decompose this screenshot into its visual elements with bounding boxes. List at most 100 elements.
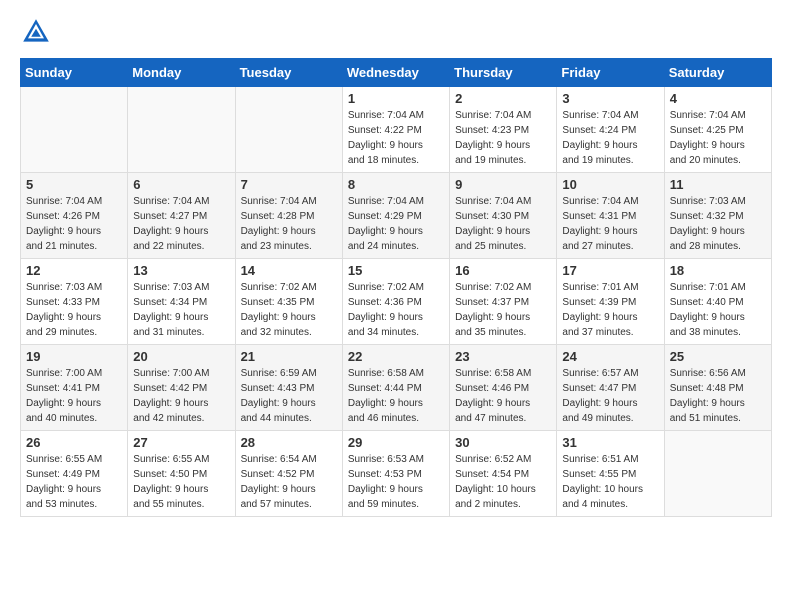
calendar-day-3: 3 Sunrise: 7:04 AM Sunset: 4:24 PM Daylig…	[557, 87, 664, 173]
day-header-saturday: Saturday	[664, 59, 771, 87]
calendar-day-7: 7Sunrise: 7:04 AM Sunset: 4:28 PM Daylig…	[235, 173, 342, 259]
day-info: Sunrise: 6:53 AM Sunset: 4:53 PM Dayligh…	[348, 452, 444, 512]
day-info: Sunrise: 6:57 AM Sunset: 4:47 PM Dayligh…	[562, 366, 658, 426]
calendar-day-1: 1 Sunrise: 7:04 AM Sunset: 4:22 PM Daylig…	[342, 87, 449, 173]
day-number: 2	[455, 91, 551, 106]
day-number: 23	[455, 349, 551, 364]
day-info: Sunrise: 7:04 AM Sunset: 4:28 PM Dayligh…	[241, 194, 337, 254]
calendar-week-1: 1 Sunrise: 7:04 AM Sunset: 4:22 PM Daylig…	[21, 87, 772, 173]
day-number: 17	[562, 263, 658, 278]
day-info: Sunrise: 7:00 AM Sunset: 4:41 PM Dayligh…	[26, 366, 122, 426]
day-info: Sunrise: 7:04 AM Sunset: 4:30 PM Dayligh…	[455, 194, 551, 254]
calendar-day-17: 17 Sunrise: 7:01 AM Sunset: 4:39 PM Dayli…	[557, 259, 664, 345]
calendar-day-25: 25 Sunrise: 6:56 AM Sunset: 4:48 PM Dayli…	[664, 345, 771, 431]
calendar-day-16: 16 Sunrise: 7:02 AM Sunset: 4:37 PM Dayli…	[450, 259, 557, 345]
calendar-day-8: 8 Sunrise: 7:04 AM Sunset: 4:29 PM Daylig…	[342, 173, 449, 259]
empty-cell	[128, 87, 235, 173]
logo-icon	[20, 16, 52, 48]
calendar-week-5: 26Sunrise: 6:55 AM Sunset: 4:49 PM Dayli…	[21, 431, 772, 517]
day-info: Sunrise: 7:04 AM Sunset: 4:27 PM Dayligh…	[133, 194, 229, 254]
calendar-day-19: 19 Sunrise: 7:00 AM Sunset: 4:41 PM Dayli…	[21, 345, 128, 431]
day-info: Sunrise: 6:54 AM Sunset: 4:52 PM Dayligh…	[241, 452, 337, 512]
day-info: Sunrise: 7:01 AM Sunset: 4:39 PM Dayligh…	[562, 280, 658, 340]
day-info: Sunrise: 7:04 AM Sunset: 4:22 PM Dayligh…	[348, 108, 444, 168]
empty-cell	[21, 87, 128, 173]
day-info: Sunrise: 7:01 AM Sunset: 4:40 PM Dayligh…	[670, 280, 766, 340]
day-info: Sunrise: 6:58 AM Sunset: 4:44 PM Dayligh…	[348, 366, 444, 426]
day-info: Sunrise: 7:04 AM Sunset: 4:23 PM Dayligh…	[455, 108, 551, 168]
day-header-friday: Friday	[557, 59, 664, 87]
calendar-week-2: 5 Sunrise: 7:04 AM Sunset: 4:26 PM Daylig…	[21, 173, 772, 259]
page: SundayMondayTuesdayWednesdayThursdayFrid…	[0, 0, 792, 537]
day-header-sunday: Sunday	[21, 59, 128, 87]
calendar: SundayMondayTuesdayWednesdayThursdayFrid…	[20, 58, 772, 517]
calendar-day-22: 22 Sunrise: 6:58 AM Sunset: 4:44 PM Dayli…	[342, 345, 449, 431]
calendar-day-28: 28Sunrise: 6:54 AM Sunset: 4:52 PM Dayli…	[235, 431, 342, 517]
calendar-day-13: 13 Sunrise: 7:03 AM Sunset: 4:34 PM Dayli…	[128, 259, 235, 345]
day-info: Sunrise: 6:58 AM Sunset: 4:46 PM Dayligh…	[455, 366, 551, 426]
day-number: 13	[133, 263, 229, 278]
day-number: 16	[455, 263, 551, 278]
calendar-day-18: 18 Sunrise: 7:01 AM Sunset: 4:40 PM Dayli…	[664, 259, 771, 345]
day-info: Sunrise: 7:04 AM Sunset: 4:24 PM Dayligh…	[562, 108, 658, 168]
day-info: Sunrise: 7:04 AM Sunset: 4:26 PM Dayligh…	[26, 194, 122, 254]
calendar-day-12: 12Sunrise: 7:03 AM Sunset: 4:33 PM Dayli…	[21, 259, 128, 345]
calendar-day-10: 10 Sunrise: 7:04 AM Sunset: 4:31 PM Dayli…	[557, 173, 664, 259]
day-number: 1	[348, 91, 444, 106]
calendar-day-29: 29 Sunrise: 6:53 AM Sunset: 4:53 PM Dayli…	[342, 431, 449, 517]
day-number: 18	[670, 263, 766, 278]
empty-cell	[235, 87, 342, 173]
day-header-thursday: Thursday	[450, 59, 557, 87]
header	[20, 16, 772, 48]
day-info: Sunrise: 7:03 AM Sunset: 4:32 PM Dayligh…	[670, 194, 766, 254]
day-number: 10	[562, 177, 658, 192]
day-info: Sunrise: 7:04 AM Sunset: 4:29 PM Dayligh…	[348, 194, 444, 254]
day-number: 5	[26, 177, 122, 192]
day-info: Sunrise: 6:55 AM Sunset: 4:50 PM Dayligh…	[133, 452, 229, 512]
calendar-day-31: 31 Sunrise: 6:51 AM Sunset: 4:55 PM Dayli…	[557, 431, 664, 517]
day-info: Sunrise: 7:02 AM Sunset: 4:36 PM Dayligh…	[348, 280, 444, 340]
day-info: Sunrise: 6:52 AM Sunset: 4:54 PM Dayligh…	[455, 452, 551, 512]
calendar-week-4: 19 Sunrise: 7:00 AM Sunset: 4:41 PM Dayli…	[21, 345, 772, 431]
day-number: 8	[348, 177, 444, 192]
day-info: Sunrise: 7:04 AM Sunset: 4:31 PM Dayligh…	[562, 194, 658, 254]
day-header-monday: Monday	[128, 59, 235, 87]
calendar-day-6: 6 Sunrise: 7:04 AM Sunset: 4:27 PM Daylig…	[128, 173, 235, 259]
day-number: 30	[455, 435, 551, 450]
calendar-day-21: 21 Sunrise: 6:59 AM Sunset: 4:43 PM Dayli…	[235, 345, 342, 431]
day-number: 21	[241, 349, 337, 364]
day-info: Sunrise: 7:04 AM Sunset: 4:25 PM Dayligh…	[670, 108, 766, 168]
day-info: Sunrise: 7:02 AM Sunset: 4:35 PM Dayligh…	[241, 280, 337, 340]
day-number: 4	[670, 91, 766, 106]
logo	[20, 16, 56, 48]
calendar-day-26: 26Sunrise: 6:55 AM Sunset: 4:49 PM Dayli…	[21, 431, 128, 517]
day-number: 3	[562, 91, 658, 106]
day-number: 31	[562, 435, 658, 450]
calendar-day-4: 4 Sunrise: 7:04 AM Sunset: 4:25 PM Daylig…	[664, 87, 771, 173]
day-number: 26	[26, 435, 122, 450]
calendar-day-15: 15Sunrise: 7:02 AM Sunset: 4:36 PM Dayli…	[342, 259, 449, 345]
calendar-header-row: SundayMondayTuesdayWednesdayThursdayFrid…	[21, 59, 772, 87]
day-number: 29	[348, 435, 444, 450]
calendar-day-2: 2 Sunrise: 7:04 AM Sunset: 4:23 PM Daylig…	[450, 87, 557, 173]
day-info: Sunrise: 6:56 AM Sunset: 4:48 PM Dayligh…	[670, 366, 766, 426]
day-header-tuesday: Tuesday	[235, 59, 342, 87]
day-number: 6	[133, 177, 229, 192]
day-info: Sunrise: 6:59 AM Sunset: 4:43 PM Dayligh…	[241, 366, 337, 426]
calendar-week-3: 12Sunrise: 7:03 AM Sunset: 4:33 PM Dayli…	[21, 259, 772, 345]
calendar-day-30: 30 Sunrise: 6:52 AM Sunset: 4:54 PM Dayli…	[450, 431, 557, 517]
day-number: 12	[26, 263, 122, 278]
day-info: Sunrise: 6:51 AM Sunset: 4:55 PM Dayligh…	[562, 452, 658, 512]
day-number: 22	[348, 349, 444, 364]
day-info: Sunrise: 7:03 AM Sunset: 4:34 PM Dayligh…	[133, 280, 229, 340]
day-number: 24	[562, 349, 658, 364]
day-number: 20	[133, 349, 229, 364]
day-info: Sunrise: 7:02 AM Sunset: 4:37 PM Dayligh…	[455, 280, 551, 340]
day-number: 19	[26, 349, 122, 364]
calendar-day-5: 5 Sunrise: 7:04 AM Sunset: 4:26 PM Daylig…	[21, 173, 128, 259]
day-info: Sunrise: 7:00 AM Sunset: 4:42 PM Dayligh…	[133, 366, 229, 426]
day-number: 25	[670, 349, 766, 364]
calendar-day-11: 11Sunrise: 7:03 AM Sunset: 4:32 PM Dayli…	[664, 173, 771, 259]
empty-cell	[664, 431, 771, 517]
calendar-day-24: 24 Sunrise: 6:57 AM Sunset: 4:47 PM Dayli…	[557, 345, 664, 431]
